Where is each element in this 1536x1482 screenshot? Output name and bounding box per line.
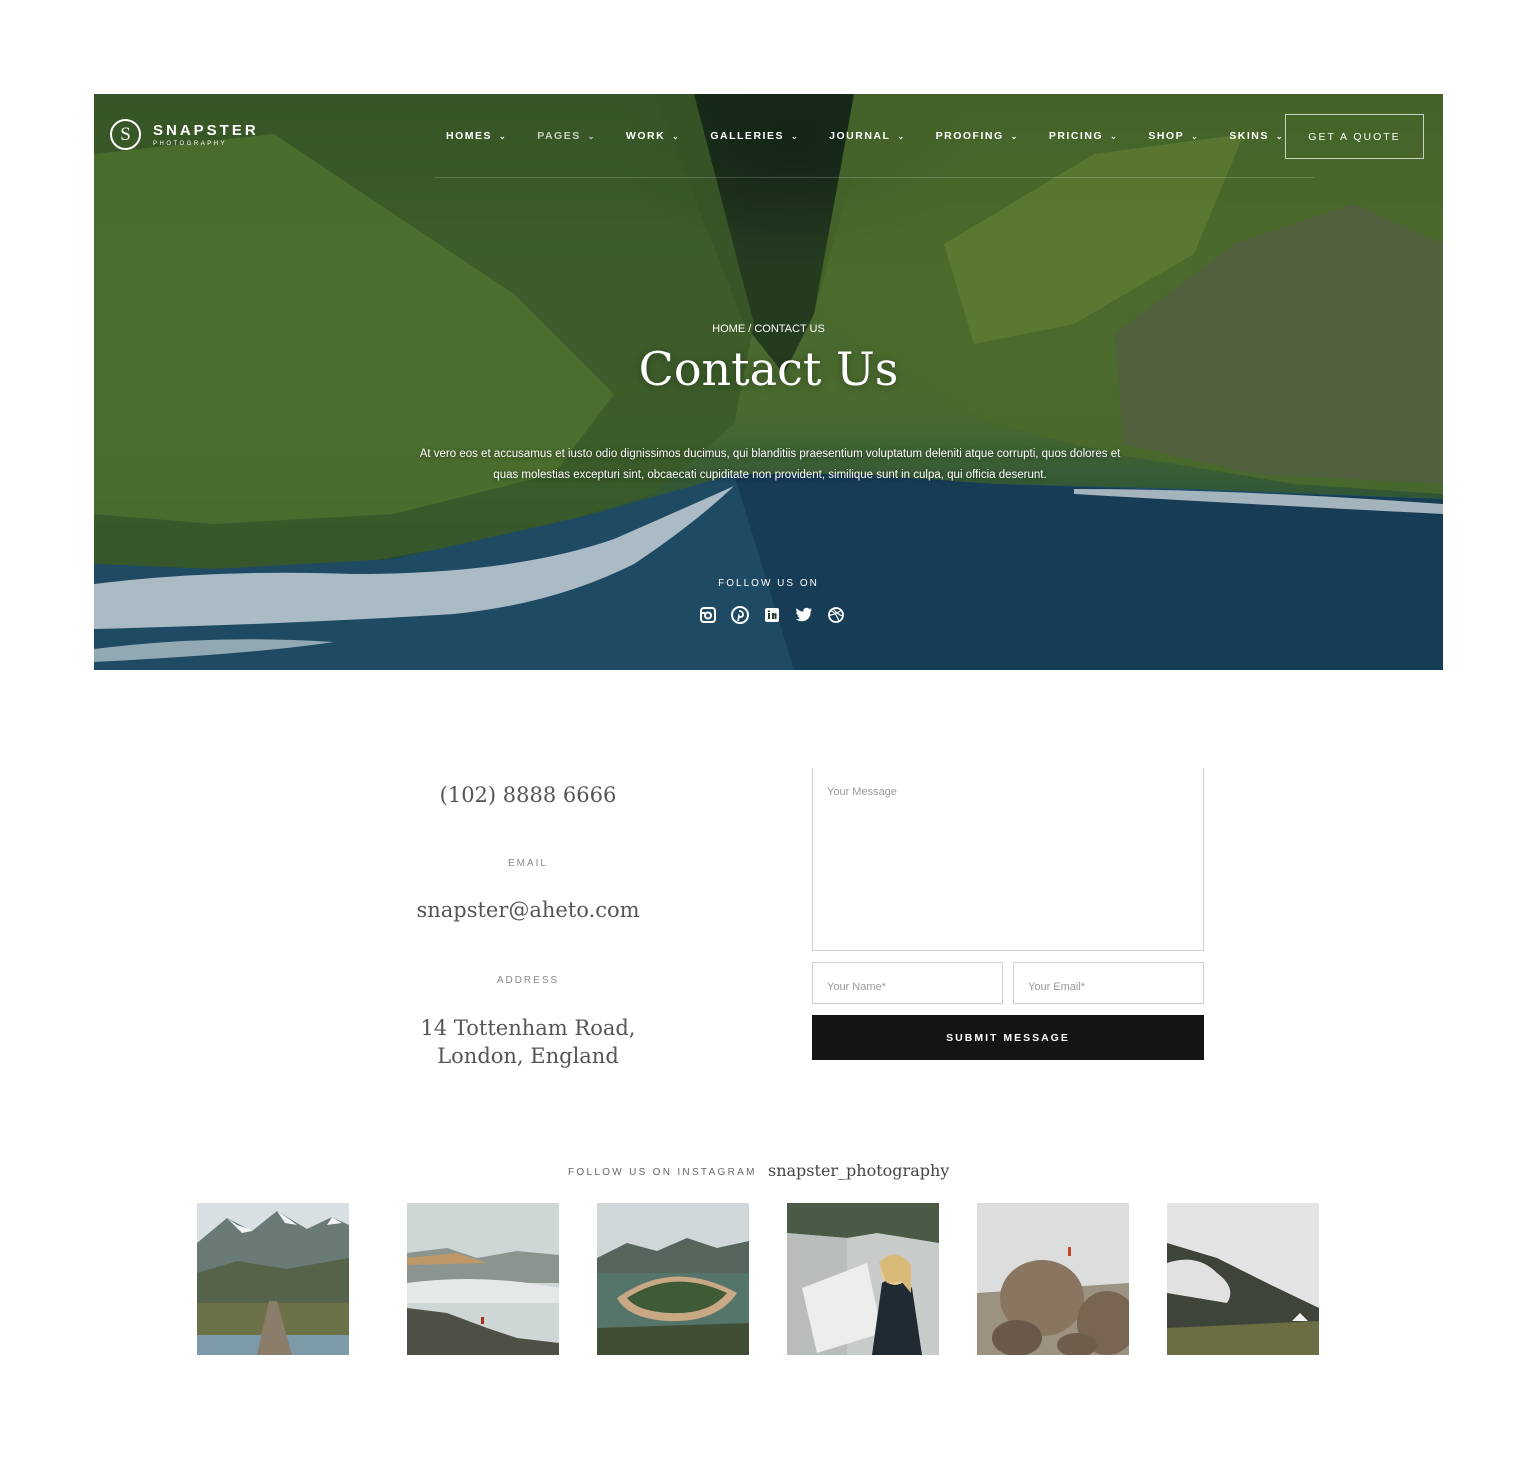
email-block: EMAIL snapster@aheto.com <box>378 858 678 924</box>
instagram-photo[interactable] <box>1167 1203 1319 1355</box>
chevron-down-icon: ⌄ <box>790 131 800 141</box>
hero-description: At vero eos et accusamus et iusto odio d… <box>419 448 1121 481</box>
contact-phone: (102) 8888 6666 <box>378 781 678 809</box>
chevron-down-icon: ⌄ <box>1010 131 1019 141</box>
dribbble-icon[interactable] <box>826 605 846 625</box>
instagram-photo[interactable] <box>407 1203 559 1355</box>
foggy-hillside-image <box>1167 1203 1319 1355</box>
address-line-1: 14 Tottenham Road, <box>420 1016 636 1040</box>
nav-divider <box>434 177 1314 178</box>
breadcrumb[interactable]: HOME / CONTACT US <box>94 323 1443 335</box>
page-title: Contact Us <box>638 342 899 396</box>
email-placeholder: Your Email* <box>1028 981 1086 993</box>
mountain-bridge-image <box>197 1203 349 1355</box>
hero-banner: S SNAPSTER PHOTOGRAPHY HOMES ⌄ PAGES ⌄ WOR… <box>94 94 1443 670</box>
instagram-icon[interactable] <box>698 605 718 625</box>
chevron-down-icon: ⌄ <box>1110 131 1119 141</box>
nav-item-work[interactable]: WORK ⌄ <box>626 130 680 142</box>
woman-with-map-image <box>787 1203 939 1355</box>
instagram-handle[interactable]: snapster_photography <box>768 1161 949 1180</box>
name-field[interactable]: Your Name* <box>812 962 1003 1004</box>
pinterest-icon[interactable] <box>730 605 750 625</box>
message-textarea[interactable]: Your Message <box>812 768 1204 951</box>
nav-item-homes[interactable]: HOMES ⌄ <box>446 130 507 142</box>
chevron-down-icon: ⌄ <box>499 131 508 141</box>
address-block: ADDRESS 14 Tottenham Road, London, Engla… <box>378 975 678 1070</box>
misty-peaks-hiker-image <box>407 1203 559 1355</box>
twitter-icon[interactable] <box>794 605 814 625</box>
chevron-down-icon: ⌄ <box>1275 131 1285 141</box>
email-label: EMAIL <box>507 858 548 869</box>
chevron-down-icon: ⌄ <box>672 131 681 141</box>
logo-mark-icon: S <box>110 119 141 150</box>
nav-item-skins[interactable]: SKINS ⌄ <box>1229 130 1284 142</box>
email-address[interactable]: snapster@aheto.com <box>378 896 678 924</box>
instagram-label: FOLLOW US ON INSTAGRAM <box>568 1167 757 1178</box>
nav-item-proofing[interactable]: PROOFING ⌄ <box>936 130 1019 142</box>
chevron-down-icon: ⌄ <box>897 131 906 141</box>
brand-tagline: PHOTOGRAPHY <box>153 140 228 147</box>
email-field[interactable]: Your Email* <box>1013 962 1204 1004</box>
instagram-photo[interactable] <box>197 1203 349 1355</box>
river-bend-image <box>597 1203 749 1355</box>
nav-item-pages[interactable]: PAGES ⌄ <box>537 130 596 142</box>
instagram-photo[interactable] <box>977 1203 1129 1355</box>
chevron-down-icon: ⌄ <box>587 131 596 141</box>
nav-item-shop[interactable]: SHOP ⌄ <box>1148 130 1199 142</box>
follow-us-label: FOLLOW US ON <box>718 578 819 589</box>
get-a-quote-button[interactable]: GET A QUOTE <box>1285 114 1424 159</box>
brand-logo[interactable]: S SNAPSTER PHOTOGRAPHY <box>110 119 259 150</box>
nav-item-journal[interactable]: JOURNAL ⌄ <box>829 130 905 142</box>
name-placeholder: Your Name* <box>827 981 886 993</box>
brand-name: SNAPSTER <box>153 121 259 139</box>
address-label: ADDRESS <box>496 975 560 986</box>
nav-item-galleries[interactable]: GALLERIES ⌄ <box>710 130 799 142</box>
address-line-2: London, England <box>437 1044 619 1068</box>
message-placeholder: Your Message <box>827 786 897 798</box>
instagram-photo[interactable] <box>597 1203 749 1355</box>
nav-item-pricing[interactable]: PRICING ⌄ <box>1049 130 1118 142</box>
instagram-photo[interactable] <box>787 1203 939 1355</box>
hiker-on-boulder-image <box>977 1203 1129 1355</box>
linkedin-icon[interactable] <box>762 605 782 625</box>
submit-message-button[interactable]: SUBMIT MESSAGE <box>812 1015 1204 1060</box>
phone-number[interactable]: (102) 8888 6666 <box>378 781 678 809</box>
chevron-down-icon: ⌄ <box>1191 131 1200 141</box>
main-nav: HOMES ⌄ PAGES ⌄ WORK ⌄ GALLERIES ⌄ JOURNAL ⌄ … <box>446 130 1314 142</box>
social-links <box>698 605 858 625</box>
